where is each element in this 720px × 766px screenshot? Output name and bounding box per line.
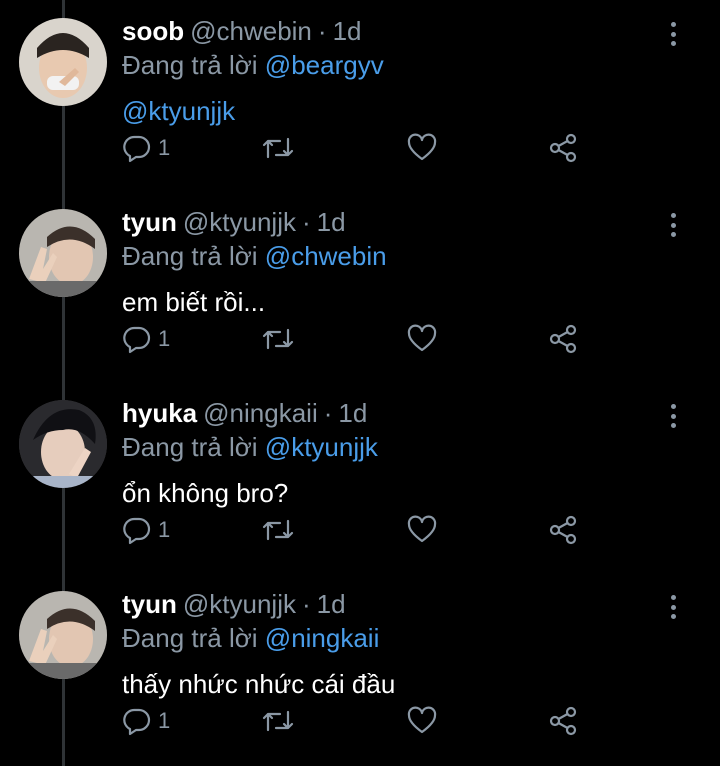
reply-icon	[123, 135, 151, 163]
user-handle[interactable]: @ktyunjjk	[183, 589, 296, 619]
user-handle[interactable]: @ktyunjjk	[183, 207, 296, 237]
tweet-actions: 1	[0, 319, 720, 359]
retweet-button[interactable]	[260, 128, 296, 168]
tweet-text: thấy nhức nhức cái đầu	[122, 667, 395, 701]
avatar[interactable]	[19, 18, 107, 106]
reply-icon	[123, 708, 151, 736]
share-icon	[549, 706, 577, 736]
reply-button[interactable]: 1	[122, 128, 170, 168]
retweet-icon	[262, 137, 294, 159]
share-button[interactable]	[548, 319, 578, 359]
replying-to: Đang trả lời @ktyunjjk	[122, 430, 378, 464]
replying-to-label: Đang trả lời	[122, 432, 258, 462]
share-icon	[549, 515, 577, 545]
display-name[interactable]: tyun	[122, 207, 177, 237]
replying-to-mention[interactable]: @chwebin	[265, 241, 387, 271]
heart-icon	[407, 515, 437, 543]
timestamp: 1d	[316, 207, 346, 237]
tweet-text-content: em biết rồi...	[122, 287, 266, 317]
reply-icon	[123, 517, 151, 545]
more-options-icon[interactable]	[662, 18, 684, 50]
like-button[interactable]	[407, 128, 437, 168]
separator-dot: ·	[301, 589, 311, 619]
tweet-header: soob @chwebin · 1d	[122, 14, 362, 48]
retweet-icon	[262, 710, 294, 732]
more-options-icon[interactable]	[662, 400, 684, 432]
heart-icon	[407, 706, 437, 734]
avatar[interactable]	[19, 591, 107, 679]
reply-button[interactable]: 1	[122, 510, 170, 550]
tweet-text-content: thấy nhức nhức cái đầu	[122, 669, 396, 699]
user-handle[interactable]: @ningkaii	[203, 398, 318, 428]
retweet-button[interactable]	[260, 701, 296, 741]
replying-to-label: Đang trả lời	[122, 241, 258, 271]
reply-count: 1	[158, 517, 171, 542]
like-button[interactable]	[407, 319, 437, 359]
replying-to-mention[interactable]: @ktyunjjk	[265, 432, 378, 462]
avatar[interactable]	[19, 209, 107, 297]
separator-dot: ·	[323, 398, 333, 428]
reply-count: 1	[158, 135, 171, 160]
separator-dot: ·	[317, 16, 327, 46]
tweet-header: tyun @ktyunjjk · 1d	[122, 587, 346, 621]
share-icon	[549, 133, 577, 163]
replying-to: Đang trả lời @chwebin	[122, 239, 387, 273]
replying-to-mention[interactable]: @beargyv	[265, 50, 384, 80]
tweet-mention[interactable]: @ktyunjjk	[122, 96, 235, 126]
tweet-text: @ktyunjjk	[122, 94, 235, 128]
reply-count: 1	[158, 708, 171, 733]
share-icon	[549, 324, 577, 354]
reply-button[interactable]: 1	[122, 701, 170, 741]
tweet-item[interactable]: hyuka @ningkaii · 1d Đang trả lời @ktyunjjk…	[0, 382, 720, 573]
tweet-text: ổn không bro?	[122, 476, 288, 510]
avatar[interactable]	[19, 400, 107, 488]
tweet-text: em biết rồi...	[122, 285, 265, 319]
display-name[interactable]: tyun	[122, 589, 177, 619]
retweet-icon	[262, 328, 294, 350]
heart-icon	[407, 324, 437, 352]
tweet-item[interactable]: tyun @ktyunjjk · 1d Đang trả lời @ningkaii …	[0, 573, 720, 764]
user-handle[interactable]: @chwebin	[190, 16, 312, 46]
tweet-item[interactable]: soob @chwebin · 1d Đang trả lời @beargyv @k…	[0, 0, 720, 191]
tweet-header: tyun @ktyunjjk · 1d	[122, 205, 346, 239]
reply-button[interactable]: 1	[122, 319, 170, 359]
timestamp: 1d	[338, 398, 368, 428]
retweet-button[interactable]	[260, 319, 296, 359]
more-options-icon[interactable]	[662, 209, 684, 241]
display-name[interactable]: hyuka	[122, 398, 197, 428]
tweet-header: hyuka @ningkaii · 1d	[122, 396, 367, 430]
tweet-text-content: ổn không bro?	[122, 478, 289, 508]
retweet-icon	[262, 519, 294, 541]
timestamp: 1d	[316, 589, 346, 619]
timestamp: 1d	[332, 16, 362, 46]
tweet-actions: 1	[0, 701, 720, 741]
replying-to: Đang trả lời @ningkaii	[122, 621, 379, 655]
like-button[interactable]	[407, 701, 437, 741]
reply-icon	[123, 326, 151, 354]
share-button[interactable]	[548, 701, 578, 741]
display-name[interactable]: soob	[122, 16, 184, 46]
replying-to-label: Đang trả lời	[122, 50, 258, 80]
tweet-actions: 1	[0, 128, 720, 168]
reply-count: 1	[158, 326, 171, 351]
replying-to-label: Đang trả lời	[122, 623, 258, 653]
like-button[interactable]	[407, 510, 437, 550]
share-button[interactable]	[548, 510, 578, 550]
share-button[interactable]	[548, 128, 578, 168]
replying-to-mention[interactable]: @ningkaii	[265, 623, 380, 653]
separator-dot: ·	[301, 207, 311, 237]
tweet-item[interactable]: tyun @ktyunjjk · 1d Đang trả lời @chwebin e…	[0, 191, 720, 382]
tweet-actions: 1	[0, 510, 720, 550]
heart-icon	[407, 133, 437, 161]
retweet-button[interactable]	[260, 510, 296, 550]
replying-to: Đang trả lời @beargyv	[122, 48, 384, 82]
more-options-icon[interactable]	[662, 591, 684, 623]
